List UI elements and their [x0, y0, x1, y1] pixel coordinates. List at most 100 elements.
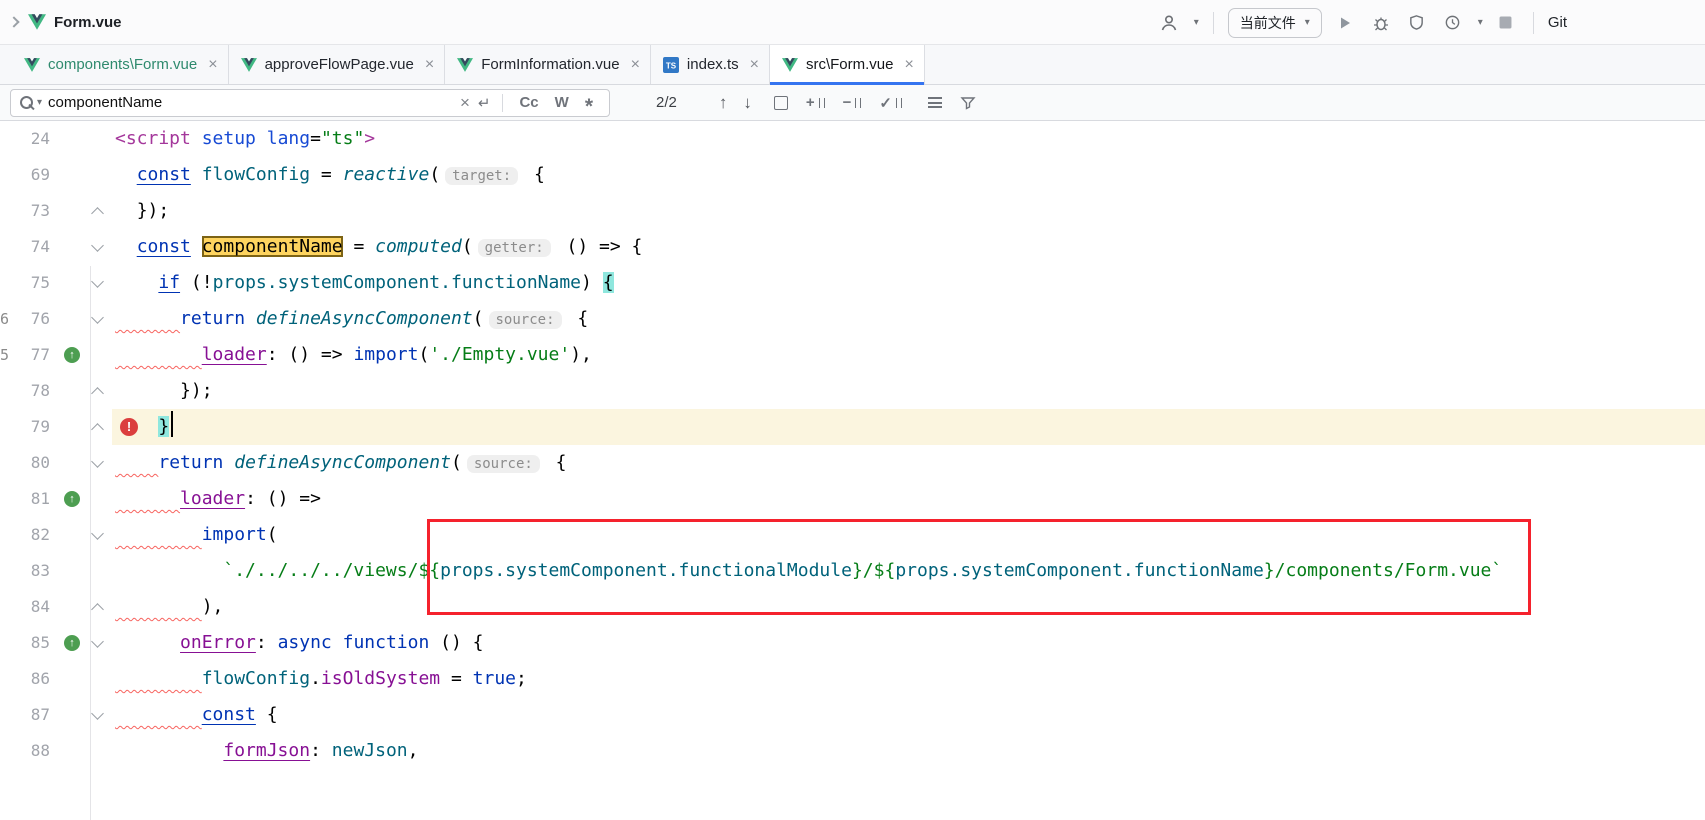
tab-label: FormInformation.vue [481, 56, 619, 73]
fold-end-icon[interactable] [91, 387, 104, 400]
run-button[interactable] [1332, 10, 1358, 36]
search-field[interactable]: ▾ × ↵ Cc W * [10, 89, 610, 117]
run-config-selector[interactable]: 当前文件 ▾ [1228, 8, 1322, 38]
tab-forminformation-vue[interactable]: FormInformation.vue × [445, 45, 651, 84]
fold-expanded-icon[interactable] [91, 455, 104, 468]
fold-expanded-icon[interactable] [91, 527, 104, 540]
tab-close-icon[interactable]: × [750, 57, 759, 73]
view-options-icon[interactable] [928, 97, 942, 108]
code-text[interactable]: import( [112, 517, 1705, 553]
code-text[interactable]: flowConfig.isOldSystem = true; [112, 661, 1705, 697]
tab-approveflowpage-vue[interactable]: approveFlowPage.vue× [229, 45, 446, 84]
find-bar: ▾ × ↵ Cc W * 2/2 ↑ ↓ + − ✓ [0, 85, 1705, 121]
code-text[interactable]: }); [112, 373, 1705, 409]
edge-fragment [0, 409, 16, 445]
line-number: 81 [16, 481, 50, 517]
code-text[interactable]: ), [112, 589, 1705, 625]
code-text[interactable]: if (!props.systemComponent.functionName)… [112, 265, 1705, 301]
tab-components-form-vue[interactable]: components\Form.vue× [12, 45, 229, 84]
fold-expanded-icon[interactable] [91, 707, 104, 720]
code-editor[interactable]: 24<script setup lang="ts">69 const flowC… [0, 121, 1705, 820]
stop-button[interactable] [1493, 10, 1519, 36]
code-text[interactable]: formJson: newJson, [112, 733, 1705, 769]
line-number: 74 [16, 229, 50, 265]
code-text[interactable]: onError: async function () { [112, 625, 1705, 661]
tab-src-form-vue[interactable]: src\Form.vue× [770, 45, 925, 84]
code-text[interactable]: const { [112, 697, 1705, 733]
tab-close-icon[interactable]: × [904, 57, 913, 73]
coverage-button[interactable] [1404, 10, 1430, 36]
code-line-82: 82 import( [0, 517, 1705, 553]
tab-close-icon[interactable]: × [208, 57, 217, 73]
tab-close-icon[interactable]: × [631, 57, 640, 73]
code-text[interactable]: }); [112, 193, 1705, 229]
chevron-right-icon[interactable] [8, 16, 19, 27]
line-number: 79 [16, 409, 50, 445]
edge-fragment [0, 265, 16, 301]
line-number: 82 [16, 517, 50, 553]
next-occurrence-button[interactable]: ↓ [743, 93, 752, 113]
debug-button[interactable] [1368, 10, 1394, 36]
newline-icon[interactable]: ↵ [474, 94, 495, 112]
code-text[interactable]: loader: () => import('./Empty.vue'), [112, 337, 1705, 373]
line-number: 85 [16, 625, 50, 661]
code-line-83: 83 `./../../../views/${props.systemCompo… [0, 553, 1705, 589]
gutter-icons [50, 121, 112, 157]
gutter-green-icon[interactable]: ↑ [64, 635, 80, 651]
fold-expanded-icon[interactable] [91, 275, 104, 288]
code-text[interactable]: const componentName = computed(getter: (… [112, 229, 1705, 265]
code-text[interactable]: ! } [112, 409, 1705, 445]
previous-occurrence-button[interactable]: ↑ [719, 93, 728, 113]
fold-expanded-icon[interactable] [91, 635, 104, 648]
code-text[interactable]: return defineAsyncComponent(source: { [112, 445, 1705, 481]
profiler-dropdown-chevron-icon[interactable]: ▾ [1478, 17, 1483, 28]
git-widget[interactable]: Git [1548, 14, 1567, 31]
edge-fragment [0, 229, 16, 265]
edge-fragment [0, 733, 16, 769]
code-line-84: 84 ), [0, 589, 1705, 625]
match-case-toggle[interactable]: Cc [511, 94, 546, 111]
edge-fragment [0, 157, 16, 193]
select-all-occurrences-icon[interactable]: ✓ [879, 94, 902, 112]
vue-file-icon [241, 58, 257, 72]
whole-words-toggle[interactable]: W [547, 94, 577, 111]
gutter-icons [50, 661, 112, 697]
gutter-green-icon[interactable]: ↑ [64, 347, 80, 363]
filter-icon[interactable] [960, 95, 976, 111]
code-text[interactable]: loader: () => [112, 481, 1705, 517]
code-line-75: 75 if (!props.systemComponent.functionNa… [0, 265, 1705, 301]
fold-expanded-icon[interactable] [91, 239, 104, 252]
user-dropdown-chevron-icon[interactable]: ▾ [1194, 17, 1199, 28]
add-occurrence-icon[interactable]: + [806, 94, 825, 111]
code-text[interactable]: const flowConfig = reactive(target: { [112, 157, 1705, 193]
tab-label: index.ts [687, 56, 739, 73]
code-line-80: 80 return defineAsyncComponent(source: { [0, 445, 1705, 481]
gutter-icons [50, 265, 112, 301]
fold-end-icon[interactable] [91, 423, 104, 436]
code-line-24: 24<script setup lang="ts"> [0, 121, 1705, 157]
ts-file-icon: TS [663, 57, 679, 73]
line-number: 88 [16, 733, 50, 769]
fold-end-icon[interactable] [91, 603, 104, 616]
regex-toggle[interactable]: * [577, 102, 601, 112]
line-number: 83 [16, 553, 50, 589]
line-number: 78 [16, 373, 50, 409]
code-text[interactable]: return defineAsyncComponent(source: { [112, 301, 1705, 337]
open-in-find-window-icon[interactable] [774, 96, 788, 110]
fold-end-icon[interactable] [91, 207, 104, 220]
tab-close-icon[interactable]: × [425, 57, 434, 73]
profiler-button[interactable] [1440, 10, 1466, 36]
search-icon[interactable] [19, 95, 35, 111]
user-icon[interactable] [1156, 10, 1182, 36]
edge-fragment [0, 121, 16, 157]
code-text[interactable]: <script setup lang="ts"> [112, 121, 1705, 157]
remove-occurrence-icon[interactable]: − [843, 94, 862, 111]
gutter-green-icon[interactable]: ↑ [64, 491, 80, 507]
tab-index-ts[interactable]: TS index.ts × [651, 45, 770, 84]
gutter-icons [50, 301, 112, 337]
fold-expanded-icon[interactable] [91, 311, 104, 324]
clear-search-icon[interactable]: × [456, 94, 474, 111]
divider [1213, 12, 1214, 34]
search-input[interactable] [42, 94, 456, 111]
code-text[interactable]: `./../../../views/${props.systemComponen… [112, 553, 1705, 589]
